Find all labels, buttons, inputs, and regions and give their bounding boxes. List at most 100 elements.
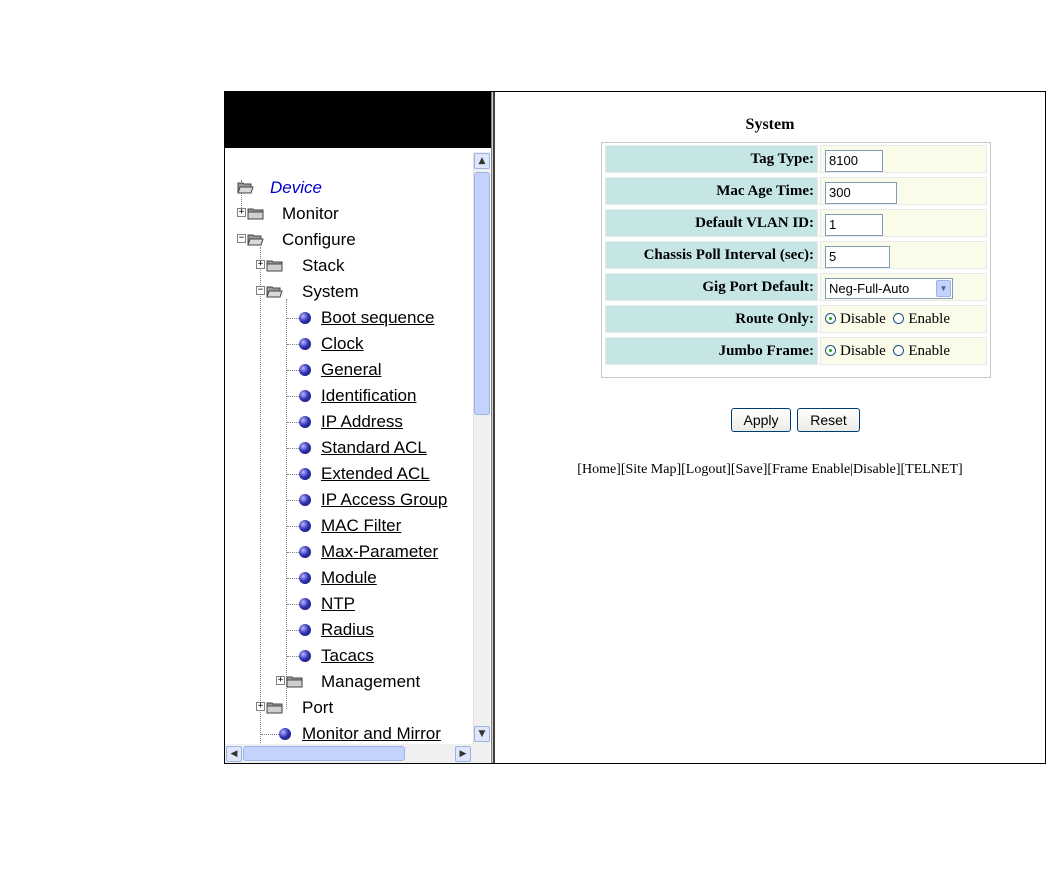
tree-link-ip-access-group[interactable]: IP Access Group [225,488,447,512]
tree-link-tacacs[interactable]: Tacacs [225,644,374,668]
tree-item-system[interactable]: − System [225,280,359,304]
open-folder-icon [247,234,264,246]
tree-item-label[interactable]: Management [321,670,420,694]
folder-icon [266,260,283,272]
mac-age-input[interactable]: 300 [825,182,897,204]
scroll-left-button[interactable]: ◀ [226,746,242,762]
tree-link-label[interactable]: Max-Parameter [321,540,438,564]
bullet-icon [299,650,311,662]
tree-link-label[interactable]: MAC Filter [321,514,401,538]
tree-link-radius[interactable]: Radius [225,618,374,642]
collapse-icon[interactable]: − [256,286,265,295]
form-row-route-only: Route Only: Disable Enable [602,303,990,334]
gig-port-value: Neg-Full-Auto [829,281,910,296]
tree-link-ip-address[interactable]: IP Address [225,410,403,434]
expand-icon[interactable]: + [256,260,265,269]
tree-link-module[interactable]: Module [225,566,377,590]
tree-vertical-scrollbar[interactable]: ▲ ▼ [473,152,490,744]
tree-connector [287,630,299,631]
tree-link-label[interactable]: Tacacs [321,644,374,668]
form-row-tag-type: Tag Type: 8100 [602,143,990,174]
home-link[interactable]: [Home] [577,462,621,477]
tree-item-stack[interactable]: + Stack [225,254,345,278]
tree-connector [287,344,299,345]
site-map-link[interactable]: [Site Map] [621,462,681,477]
apply-button[interactable]: Apply [731,408,791,432]
tree-link-label[interactable]: IP Address [321,410,403,434]
expand-icon[interactable]: + [256,702,265,711]
save-link[interactable]: [Save] [731,462,768,477]
tree-link-monitor-and-mirror[interactable]: Monitor and Mirror [225,722,441,744]
frame-enable-link[interactable]: Enable [811,462,850,477]
telnet-link[interactable]: [TELNET] [900,462,962,477]
tree-link-label[interactable]: General [321,358,381,382]
tag-type-input[interactable]: 8100 [825,150,883,172]
collapse-icon[interactable]: − [237,234,246,243]
tree-root-device[interactable]: Device [225,176,322,200]
tree-link-general[interactable]: General [225,358,381,382]
frame-disable-link[interactable]: Disable [853,462,896,477]
tree-link-max-parameter[interactable]: Max-Parameter [225,540,438,564]
expand-icon[interactable]: + [276,676,285,685]
gig-port-select[interactable]: Neg-Full-Auto ▼ [825,278,953,299]
tree-link-boot-sequence[interactable]: Boot sequence [225,306,434,330]
jumbo-frame-enable-radio[interactable] [893,345,905,356]
tree-connector [261,734,279,735]
tree-link-identification[interactable]: Identification [225,384,416,408]
tree-link-label[interactable]: Monitor and Mirror [302,722,441,744]
form-row-poll-interval: Chassis Poll Interval (sec): 5 [602,239,990,270]
tree-link-mac-filter[interactable]: MAC Filter [225,514,401,538]
tree-item-port[interactable]: + Port [225,696,333,720]
expand-icon[interactable]: + [237,208,246,217]
route-only-enable-radio[interactable] [893,313,905,324]
tree-item-management[interactable]: + Management [225,670,420,694]
route-only-disable-radio[interactable] [825,313,836,324]
scroll-right-button[interactable]: ▶ [455,746,471,762]
tree-link-label[interactable]: Extended ACL [321,462,430,486]
tree-item-label[interactable]: Monitor [282,202,339,226]
tree-link-label[interactable]: Identification [321,384,416,408]
tree-link-label[interactable]: Clock [321,332,364,356]
bullet-icon [299,442,311,454]
scroll-up-button[interactable]: ▲ [474,153,490,169]
reset-button[interactable]: Reset [797,408,860,432]
mac-age-cell: 300 [820,177,987,205]
form-row-jumbo-frame: Jumbo Frame: Disable Enable [602,335,990,366]
tree-link-label[interactable]: Radius [321,618,374,642]
bullet-icon [299,468,311,480]
tree-connector [287,552,299,553]
tree-link-label[interactable]: NTP [321,592,355,616]
chevron-down-icon[interactable]: ▼ [936,280,951,297]
logout-link[interactable]: [Logout] [681,462,731,477]
tree-connector [287,396,299,397]
tree-link-clock[interactable]: Clock [225,332,364,356]
tree-link-label[interactable]: Module [321,566,377,590]
gig-port-label: Gig Port Default: [605,273,818,301]
tree-link-ntp[interactable]: NTP [225,592,355,616]
default-vlan-input[interactable]: 1 [825,214,883,236]
scroll-down-button[interactable]: ▼ [474,726,490,742]
default-vlan-cell: 1 [820,209,987,237]
bullet-icon [299,598,311,610]
tree-horizontal-scrollbar[interactable]: ◀ ▶ [225,744,473,763]
tree-item-label[interactable]: System [302,280,359,304]
tree-connector [287,526,299,527]
tree-link-extended-acl[interactable]: Extended ACL [225,462,430,486]
scroll-thumb[interactable] [243,746,405,761]
tree-link-label[interactable]: IP Access Group [321,488,447,512]
tree-item-label[interactable]: Configure [282,228,356,252]
tree-root-label[interactable]: Device [270,176,322,200]
mac-age-label: Mac Age Time: [605,177,818,205]
jumbo-frame-disable-radio[interactable] [825,345,836,356]
poll-interval-input[interactable]: 5 [825,246,890,268]
tree-link-label[interactable]: Boot sequence [321,306,434,330]
tree-item-configure[interactable]: − Configure [225,228,356,252]
bullet-icon [279,728,291,740]
tree-item-label[interactable]: Stack [302,254,345,278]
scroll-thumb[interactable] [474,172,490,415]
tree-link-standard-acl[interactable]: Standard ACL [225,436,427,460]
tree-item-label[interactable]: Port [302,696,333,720]
tree-link-label[interactable]: Standard ACL [321,436,427,460]
radio-label: Disable [840,343,886,359]
tree-item-monitor[interactable]: + Monitor [225,202,339,226]
